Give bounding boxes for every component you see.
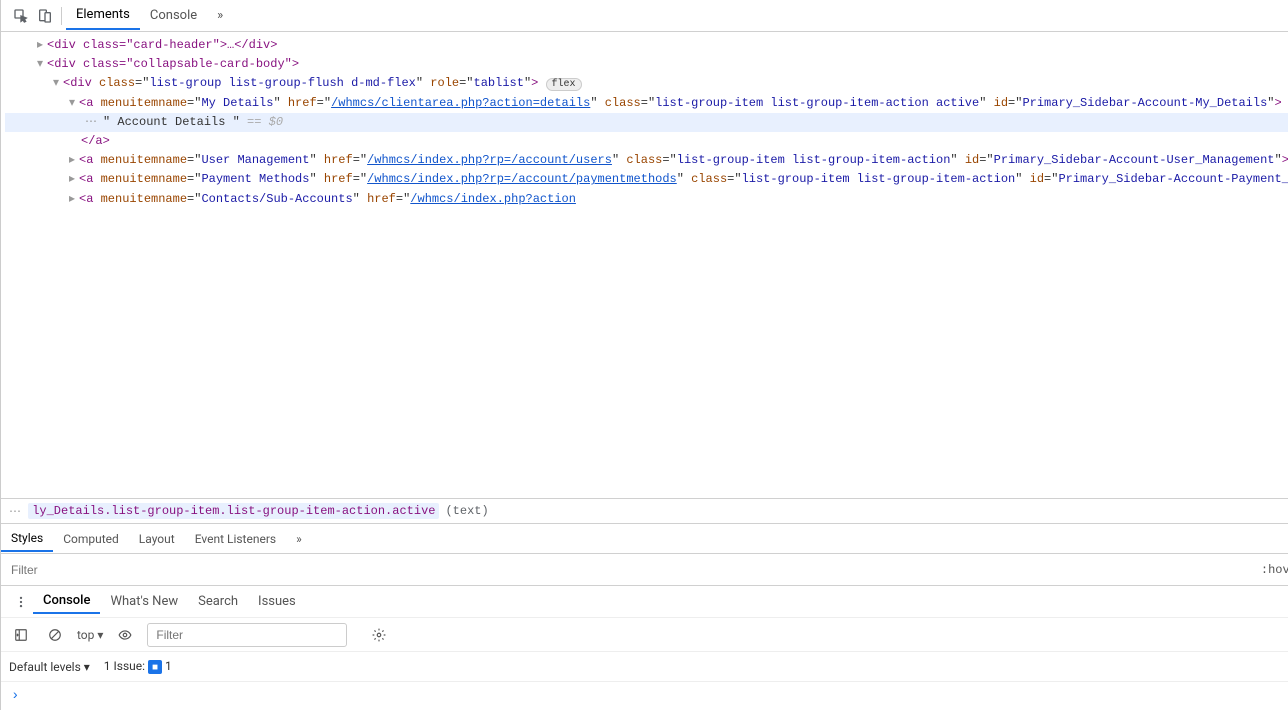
drawer-console-tab[interactable]: Console bbox=[33, 589, 100, 614]
computed-tab[interactable]: Computed bbox=[53, 527, 129, 551]
styles-more[interactable]: » bbox=[286, 527, 312, 551]
styles-tabs: Styles Computed Layout Event Listeners » bbox=[1, 523, 1288, 553]
console-status-row: Default levels ▾ 1 Issue: ■1 bbox=[1, 651, 1288, 681]
drawer-menu-icon[interactable] bbox=[13, 594, 29, 610]
device-toggle-icon[interactable] bbox=[37, 8, 53, 24]
live-expression-icon[interactable] bbox=[117, 627, 133, 643]
tab-console[interactable]: Console bbox=[140, 2, 207, 29]
console-toolbar: top ▾ bbox=[1, 617, 1288, 651]
tab-more[interactable]: » bbox=[207, 2, 233, 29]
dom-breadcrumb[interactable]: ⋯ ly_Details.list-group-item.list-group-… bbox=[1, 498, 1288, 523]
styles-filter-input[interactable] bbox=[1, 557, 1253, 583]
dom-tree[interactable]: ▸<div class="card-header">…</div> ▾<div … bbox=[1, 32, 1288, 498]
styles-tab[interactable]: Styles bbox=[1, 526, 53, 552]
selected-dom-text[interactable]: ⋯" Account Details " == $0 bbox=[5, 113, 1288, 132]
issues-link[interactable]: 1 Issue: ■1 bbox=[104, 659, 172, 675]
tab-elements[interactable]: Elements bbox=[66, 1, 140, 30]
layout-tab[interactable]: Layout bbox=[129, 527, 185, 551]
drawer-tabs: Console What's New Search Issues bbox=[1, 585, 1288, 617]
devtools-tabs: Elements Console » 1 bbox=[1, 0, 1288, 32]
levels-select[interactable]: Default levels ▾ bbox=[9, 660, 90, 674]
event-listeners-tab[interactable]: Event Listeners bbox=[185, 527, 286, 551]
context-select[interactable]: top ▾ bbox=[77, 628, 103, 642]
inspect-element-icon[interactable] bbox=[13, 8, 29, 24]
console-prompt[interactable]: › bbox=[1, 681, 1288, 710]
console-settings-icon[interactable] bbox=[371, 627, 387, 643]
devtools-panel: Elements Console » 1 ▸<div class="card-h… bbox=[0, 0, 1288, 710]
drawer-search-tab[interactable]: Search bbox=[188, 590, 248, 613]
drawer-issues-tab[interactable]: Issues bbox=[248, 590, 306, 613]
drawer-whatsnew-tab[interactable]: What's New bbox=[100, 590, 188, 613]
console-filter-input[interactable] bbox=[147, 623, 347, 647]
console-sidebar-icon[interactable] bbox=[13, 627, 29, 643]
hov-toggle[interactable]: :hov bbox=[1261, 563, 1288, 577]
clear-console-icon[interactable] bbox=[47, 627, 63, 643]
